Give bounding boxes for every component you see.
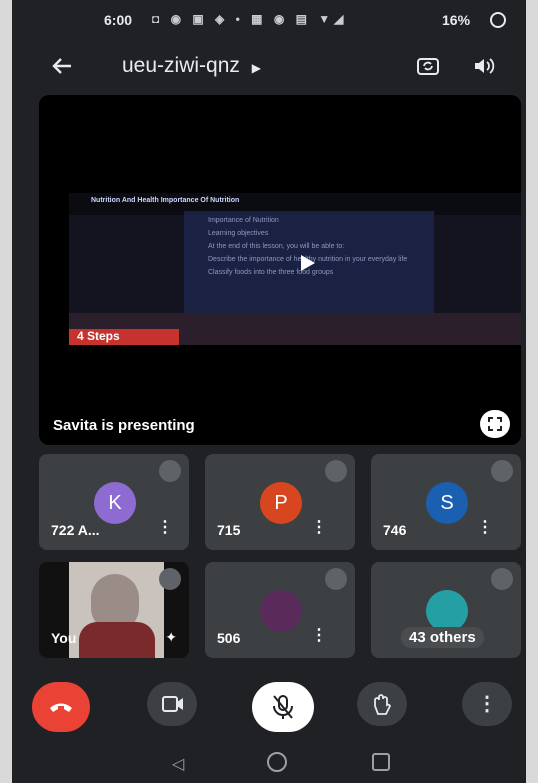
avatar bbox=[426, 590, 468, 632]
participant-tile[interactable]: S 746 ⋮ bbox=[371, 454, 521, 550]
mic-off-icon bbox=[491, 568, 513, 590]
back-button[interactable] bbox=[46, 52, 78, 80]
camera-button[interactable] bbox=[147, 682, 197, 726]
participant-name: 715 bbox=[217, 522, 241, 538]
slide-banner: 4 Steps bbox=[77, 329, 120, 343]
speaker-button[interactable] bbox=[468, 52, 500, 80]
battery-percent: 16% bbox=[442, 12, 471, 28]
mic-off-icon bbox=[159, 568, 181, 590]
shared-slide: Nutrition And Health Importance Of Nutri… bbox=[69, 193, 521, 345]
back-arrow-icon bbox=[52, 58, 71, 74]
more-vertical-icon: ⋮ bbox=[477, 693, 497, 715]
avatar: P bbox=[260, 482, 302, 524]
mic-off-icon bbox=[325, 460, 347, 482]
nav-recents-icon[interactable] bbox=[372, 753, 390, 771]
mic-off-icon bbox=[491, 460, 513, 482]
status-time: 6:00 bbox=[104, 12, 133, 28]
avatar: K bbox=[94, 482, 136, 524]
fullscreen-button[interactable] bbox=[480, 410, 510, 438]
self-video bbox=[69, 562, 164, 658]
switch-camera-icon bbox=[417, 58, 439, 75]
slide-line: Classify foods into the three food group… bbox=[208, 269, 334, 276]
top-bar: ueu-ziwi-qnz ▶ bbox=[12, 42, 526, 90]
slide-title: Nutrition And Health Importance Of Nutri… bbox=[91, 197, 240, 204]
slide-line: Importance of Nutrition bbox=[208, 217, 279, 224]
mic-off-icon bbox=[273, 695, 293, 719]
mic-off-icon bbox=[159, 460, 181, 482]
more-options-button[interactable]: ⋮ bbox=[462, 682, 512, 726]
android-nav-bar: ◁ bbox=[12, 740, 526, 783]
participant-name: 722 A... bbox=[51, 522, 100, 538]
call-controls: ⋮ bbox=[12, 682, 526, 734]
speaker-icon bbox=[475, 58, 495, 74]
switch-camera-button[interactable] bbox=[412, 52, 444, 80]
mic-off-icon bbox=[325, 568, 347, 590]
more-options-icon[interactable]: ⋮ bbox=[157, 517, 173, 537]
nav-back-icon[interactable]: ◁ bbox=[172, 754, 184, 774]
raise-hand-button[interactable] bbox=[357, 682, 407, 726]
others-count: 43 others bbox=[401, 627, 484, 648]
meeting-code[interactable]: ueu-ziwi-qnz ▶ bbox=[122, 54, 261, 78]
slide-line: At the end of this lesson, you will be a… bbox=[208, 243, 345, 250]
end-call-button[interactable] bbox=[32, 682, 90, 732]
play-icon bbox=[301, 255, 315, 271]
participant-name: 506 bbox=[217, 630, 241, 646]
presentation-view[interactable]: Nutrition And Health Importance Of Nutri… bbox=[39, 95, 521, 445]
camera-icon bbox=[162, 696, 183, 712]
participant-name: 746 bbox=[383, 522, 407, 538]
battery-icon bbox=[490, 12, 506, 28]
more-options-icon[interactable]: ⋮ bbox=[311, 517, 327, 537]
participant-tile[interactable]: K 722 A... ⋮ bbox=[39, 454, 189, 550]
nav-home-icon[interactable] bbox=[267, 752, 287, 772]
fullscreen-icon bbox=[488, 417, 502, 431]
notification-icons: ◘ ◉ ▣ ◈ • ▦ ◉ ▤ ▼◢ bbox=[152, 12, 348, 26]
self-view-tile[interactable]: You ✦ bbox=[39, 562, 189, 658]
meeting-code-text: ueu-ziwi-qnz bbox=[122, 54, 240, 77]
effects-icon[interactable]: ✦ bbox=[165, 629, 177, 646]
participant-tile[interactable]: 506 ⋮ bbox=[205, 562, 355, 658]
status-bar: 6:00 ◘ ◉ ▣ ◈ • ▦ ◉ ▤ ▼◢ 16% bbox=[12, 0, 526, 38]
presenter-label: Savita is presenting bbox=[53, 417, 195, 434]
more-options-icon[interactable]: ⋮ bbox=[311, 625, 327, 645]
avatar bbox=[260, 590, 302, 632]
participant-tile[interactable]: P 715 ⋮ bbox=[205, 454, 355, 550]
hang-up-icon bbox=[50, 703, 72, 712]
microphone-button[interactable] bbox=[252, 682, 314, 732]
chevron-right-icon: ▶ bbox=[251, 61, 261, 75]
more-options-icon[interactable]: ⋮ bbox=[477, 517, 493, 537]
slide-line: Learning objectives bbox=[208, 230, 269, 237]
avatar: S bbox=[426, 482, 468, 524]
slide-line: Describe the importance of healthy nutri… bbox=[208, 256, 408, 263]
meet-screen: 6:00 ◘ ◉ ▣ ◈ • ▦ ◉ ▤ ▼◢ 16% ueu-ziwi-qnz… bbox=[12, 0, 526, 783]
participant-name: You bbox=[51, 630, 77, 646]
hand-icon bbox=[374, 694, 391, 715]
others-tile[interactable]: 43 others bbox=[371, 562, 521, 658]
